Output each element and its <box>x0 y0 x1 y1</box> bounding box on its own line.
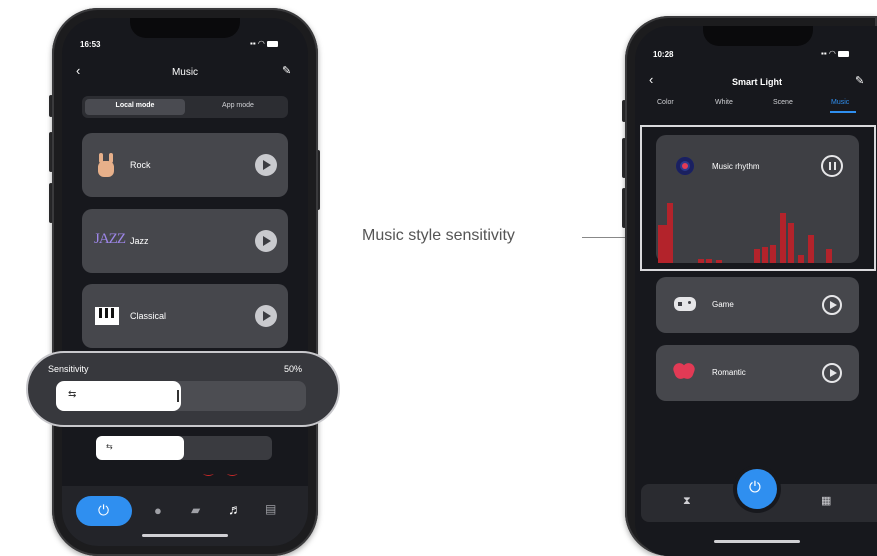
sensitivity-slider-underlay: ⇆ <box>96 436 272 460</box>
battery-icon <box>838 50 850 57</box>
spectrum-bar <box>808 235 814 263</box>
play-classical-button[interactable] <box>255 305 277 327</box>
sensitivity-value: 50% <box>284 364 303 374</box>
tab-white[interactable]: White <box>715 99 733 106</box>
page-title: Smart Light <box>731 77 782 87</box>
play-jazz-button[interactable] <box>255 230 277 252</box>
battery-icon <box>267 40 279 47</box>
music-disc-icon <box>676 157 694 175</box>
bottom-nav: ⏻ ● ▰ ♬ ▤ <box>62 486 308 546</box>
rhythm-spectrum <box>658 195 858 263</box>
style-card-rock[interactable]: Rock <box>82 133 288 197</box>
spectrum-bar <box>667 203 673 263</box>
game-card[interactable]: Game <box>656 277 859 333</box>
heart-icon <box>671 361 697 383</box>
music-rhythm-card[interactable]: Music rhythm <box>656 135 859 263</box>
music-icon[interactable]: ♬ <box>228 501 242 517</box>
pause-button[interactable] <box>821 155 843 177</box>
mode-tabs: Local mode App mode <box>82 96 288 118</box>
play-rock-button[interactable] <box>255 154 277 176</box>
spectrum-bar <box>716 260 722 263</box>
signal-icon: ▪▪ <box>821 49 827 58</box>
edit-icon[interactable]: ✎ <box>282 64 291 77</box>
romantic-card[interactable]: Romantic <box>656 345 859 401</box>
signal-icon: ▪▪ <box>250 39 256 48</box>
timer-icon[interactable]: ⧗ <box>683 495 691 508</box>
rock-hand-icon <box>96 153 116 177</box>
spectrum-bar <box>762 247 768 263</box>
play-romantic-button[interactable] <box>822 363 842 383</box>
right-status-time: 10:28 <box>653 50 674 59</box>
power-button[interactable]: ⏻ <box>76 496 132 526</box>
right-power-button[interactable]: ⏻ <box>737 469 777 509</box>
piano-icon <box>95 307 119 325</box>
style-label-rock: Rock <box>130 160 151 170</box>
gamepad-icon <box>674 297 696 311</box>
tab-local-mode[interactable]: Local mode <box>85 99 185 115</box>
tab-local-mode-label: Local mode <box>115 102 155 109</box>
style-card-jazz[interactable]: JAZZ Jazz <box>82 209 288 273</box>
sensitivity-icon: ⇆ <box>68 389 77 400</box>
grid-icon[interactable]: ▦ <box>821 494 831 507</box>
power-icon: ⏻ <box>98 502 110 518</box>
jazz-text-icon: JAZZ <box>94 231 126 247</box>
tab-app-mode[interactable]: App mode <box>188 102 288 109</box>
pause-icon <box>829 162 831 170</box>
annotation-marks: ‿ ‿ <box>204 464 243 476</box>
style-label-classical: Classical <box>130 311 167 321</box>
music-rhythm-label: Music rhythm <box>712 162 760 171</box>
tab-music[interactable]: Music <box>831 99 849 106</box>
romantic-label: Romantic <box>712 368 746 377</box>
status-icons: ▪▪ ◠ <box>250 39 279 48</box>
sensitivity-panel: Sensitivity 50% ⇆ <box>26 351 340 427</box>
sensitivity-slider-handle[interactable] <box>177 390 179 402</box>
wifi-icon: ◠ <box>828 49 836 58</box>
right-status-icons: ▪▪ ◠ <box>821 49 850 58</box>
home-indicator <box>142 534 228 537</box>
left-phone-notch <box>130 18 240 38</box>
sensitivity-slider[interactable]: ⇆ <box>56 381 306 411</box>
play-game-button[interactable] <box>822 295 842 315</box>
callout-label: Music style sensitivity <box>362 227 515 244</box>
status-time: 16:53 <box>80 40 101 49</box>
spectrum-bar <box>788 223 794 263</box>
spectrum-bar <box>826 249 832 263</box>
style-label-jazz: Jazz <box>130 236 149 246</box>
settings-icon[interactable]: ▤ <box>265 502 276 516</box>
scene-icon[interactable]: ▰ <box>191 503 200 517</box>
game-label: Game <box>712 300 734 309</box>
spectrum-bar <box>770 245 776 263</box>
spectrum-bar <box>698 259 704 263</box>
spectrum-bar <box>780 213 786 263</box>
spectrum-bar <box>754 249 760 263</box>
edit-icon[interactable]: ✎ <box>855 74 864 87</box>
sensitivity-label: Sensitivity <box>48 364 89 374</box>
tab-scene[interactable]: Scene <box>773 99 793 106</box>
bulb-icon[interactable]: ● <box>154 503 162 518</box>
right-phone-notch <box>703 26 813 46</box>
power-icon: ⏻ <box>749 479 761 496</box>
tab-music-underline <box>830 111 856 113</box>
right-home-indicator <box>714 540 800 543</box>
left-phone-screen: 16:53 ▪▪ ◠ ‹ Music ✎ Local mode App mode… <box>62 18 308 546</box>
left-phone: 16:53 ▪▪ ◠ ‹ Music ✎ Local mode App mode… <box>52 8 318 556</box>
tab-color[interactable]: Color <box>657 99 674 106</box>
page-title: Music <box>171 67 199 78</box>
spectrum-bar <box>706 259 712 263</box>
spectrum-bar <box>658 225 667 263</box>
style-card-classical[interactable]: Classical <box>82 284 288 348</box>
wifi-icon: ◠ <box>257 39 265 48</box>
spectrum-bar <box>798 255 804 263</box>
